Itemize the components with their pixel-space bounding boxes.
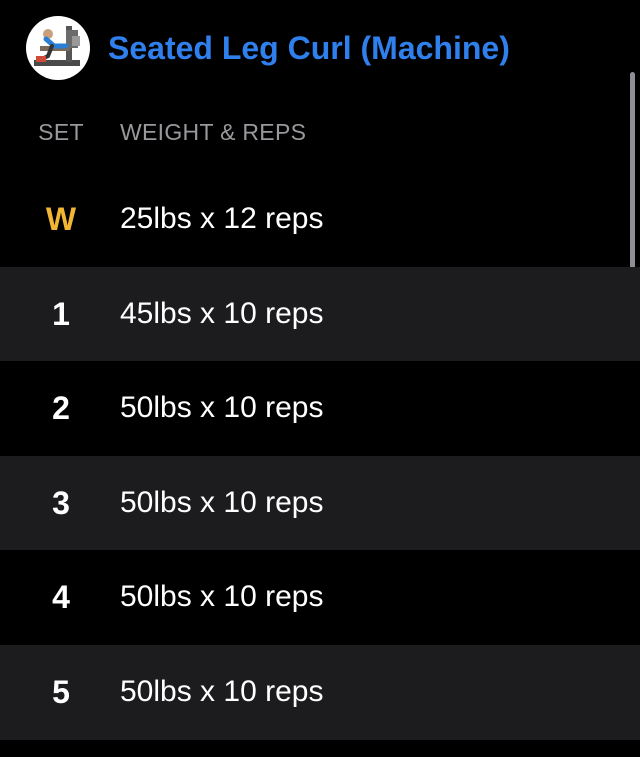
- set-number: 2: [52, 390, 70, 427]
- sets-list: W 25lbs x 12 reps 1 45lbs x 10 reps 2 50…: [0, 172, 640, 740]
- set-weight-reps: 50lbs x 10 reps: [120, 580, 324, 614]
- set-row-1[interactable]: 1 45lbs x 10 reps: [0, 266, 640, 362]
- set-row-2[interactable]: 2 50lbs x 10 reps: [0, 361, 640, 456]
- set-weight-reps: 50lbs x 10 reps: [120, 674, 324, 708]
- set-number: 4: [52, 579, 70, 616]
- set-row-5[interactable]: 5 50lbs x 10 reps: [0, 644, 640, 740]
- column-headers: SET WEIGHT & REPS: [0, 116, 640, 148]
- set-number: 3: [52, 484, 70, 521]
- weight-reps-column-header: WEIGHT & REPS: [120, 119, 307, 145]
- workout-exercise-screen: Seated Leg Curl (Machine) SET WEIGHT & R…: [0, 0, 640, 757]
- set-column-header: SET: [38, 119, 84, 145]
- set-number: W: [45, 201, 77, 237]
- set-weight-reps: 45lbs x 10 reps: [120, 296, 324, 330]
- set-row-4[interactable]: 4 50lbs x 10 reps: [0, 550, 640, 645]
- set-weight-reps: 50lbs x 10 reps: [120, 391, 324, 425]
- exercise-thumbnail[interactable]: [26, 16, 90, 80]
- set-weight-reps: 50lbs x 10 reps: [120, 485, 324, 519]
- set-weight-reps: 25lbs x 12 reps: [120, 202, 324, 235]
- set-number: 5: [52, 673, 70, 710]
- exercise-title[interactable]: Seated Leg Curl (Machine): [108, 28, 510, 68]
- set-row-warmup[interactable]: W 25lbs x 12 reps: [0, 172, 640, 267]
- set-number: 1: [52, 295, 70, 332]
- exercise-header: Seated Leg Curl (Machine): [0, 0, 640, 100]
- set-row-3[interactable]: 3 50lbs x 10 reps: [0, 455, 640, 551]
- leg-curl-machine-icon: [34, 26, 80, 66]
